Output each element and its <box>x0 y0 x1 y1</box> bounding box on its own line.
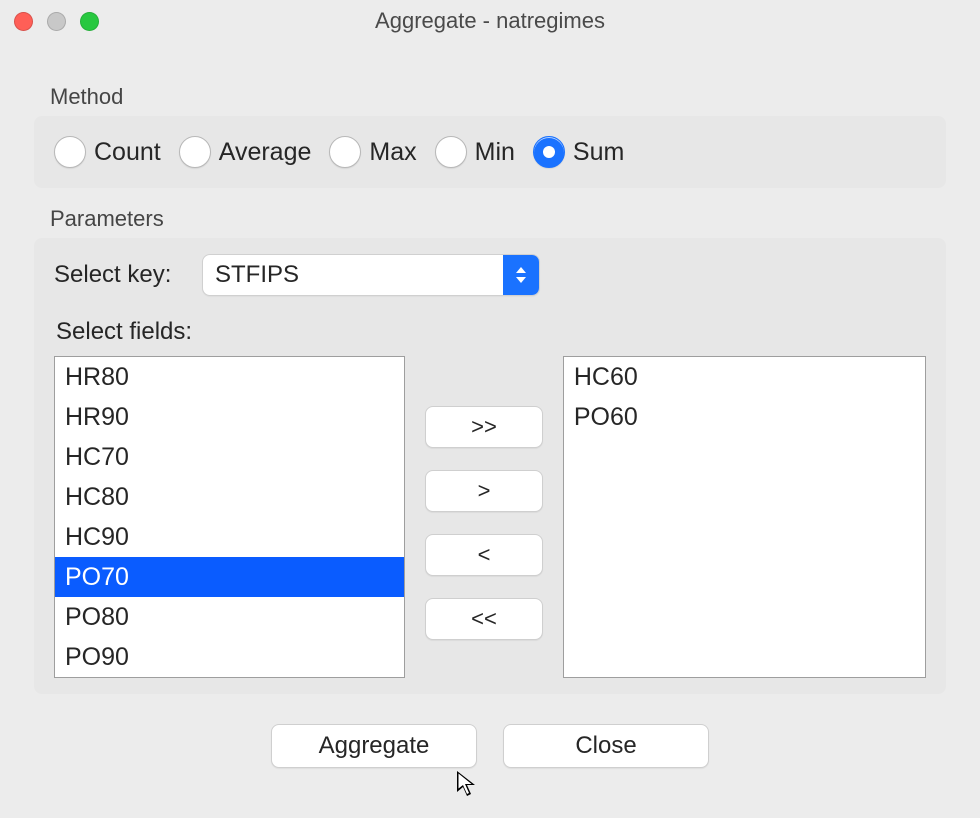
radio-min-circle[interactable] <box>435 136 467 168</box>
radio-count-circle[interactable] <box>54 136 86 168</box>
radio-sum-circle[interactable] <box>533 136 565 168</box>
select-fields-label: Select fields: <box>56 318 926 346</box>
close-window-icon[interactable] <box>14 12 33 31</box>
select-key-row: Select key: STFIPS <box>54 254 926 296</box>
close-button[interactable]: Close <box>503 724 709 768</box>
list-item[interactable]: HC90 <box>55 517 404 557</box>
parameters-group-label: Parameters <box>50 206 946 232</box>
chosen-fields-list[interactable]: HC60 PO60 <box>563 356 926 678</box>
cursor-icon <box>456 770 478 804</box>
window-controls <box>14 12 99 31</box>
move-all-right-button[interactable]: >> <box>425 406 543 448</box>
radio-sum-label: Sum <box>573 138 624 167</box>
window-title: Aggregate - natregimes <box>0 8 980 34</box>
radio-count-label: Count <box>94 138 161 167</box>
list-item[interactable]: PO90 <box>55 637 404 667</box>
select-key-value: STFIPS <box>203 255 503 295</box>
method-radio-sum[interactable]: Sum <box>533 136 624 168</box>
zoom-window-icon[interactable] <box>80 12 99 31</box>
radio-max-label: Max <box>369 138 416 167</box>
list-item[interactable]: PO60 <box>564 397 925 437</box>
radio-min-label: Min <box>475 138 515 167</box>
method-radio-average[interactable]: Average <box>179 136 312 168</box>
fields-area: HR80 HR90 HC70 HC80 HC90 PO70 PO80 PO90 … <box>54 356 926 678</box>
method-group: Count Average Max Min Sum <box>34 116 946 188</box>
select-key-label: Select key: <box>54 261 184 289</box>
method-group-label: Method <box>50 84 946 110</box>
list-item-selected[interactable]: PO70 <box>55 557 404 597</box>
method-radio-count[interactable]: Count <box>54 136 161 168</box>
titlebar: Aggregate - natregimes <box>0 0 980 42</box>
minimize-window-icon[interactable] <box>47 12 66 31</box>
parameters-group: Select key: STFIPS Select fields: HR80 H… <box>34 238 946 694</box>
combo-stepper-icon[interactable] <box>503 255 539 295</box>
move-left-button[interactable]: < <box>425 534 543 576</box>
aggregate-button[interactable]: Aggregate <box>271 724 477 768</box>
move-all-left-button[interactable]: << <box>425 598 543 640</box>
list-item[interactable]: PO80 <box>55 597 404 637</box>
list-item[interactable]: HC70 <box>55 437 404 477</box>
radio-average-circle[interactable] <box>179 136 211 168</box>
aggregate-dialog: Aggregate - natregimes Method Count Aver… <box>0 0 980 818</box>
footer-buttons: Aggregate Close <box>34 724 946 768</box>
method-radio-min[interactable]: Min <box>435 136 515 168</box>
method-radio-max[interactable]: Max <box>329 136 416 168</box>
radio-max-circle[interactable] <box>329 136 361 168</box>
move-buttons: >> > < << <box>425 406 543 640</box>
available-fields-list[interactable]: HR80 HR90 HC70 HC80 HC90 PO70 PO80 PO90 <box>54 356 405 678</box>
list-item[interactable]: HR90 <box>55 397 404 437</box>
move-right-button[interactable]: > <box>425 470 543 512</box>
radio-average-label: Average <box>219 138 312 167</box>
list-item[interactable]: HR80 <box>55 357 404 397</box>
list-item[interactable]: HC60 <box>564 357 925 397</box>
select-key-combo[interactable]: STFIPS <box>202 254 540 296</box>
client-area: Method Count Average Max Min <box>0 42 980 768</box>
list-item[interactable]: HC80 <box>55 477 404 517</box>
method-radios: Count Average Max Min Sum <box>54 132 926 172</box>
